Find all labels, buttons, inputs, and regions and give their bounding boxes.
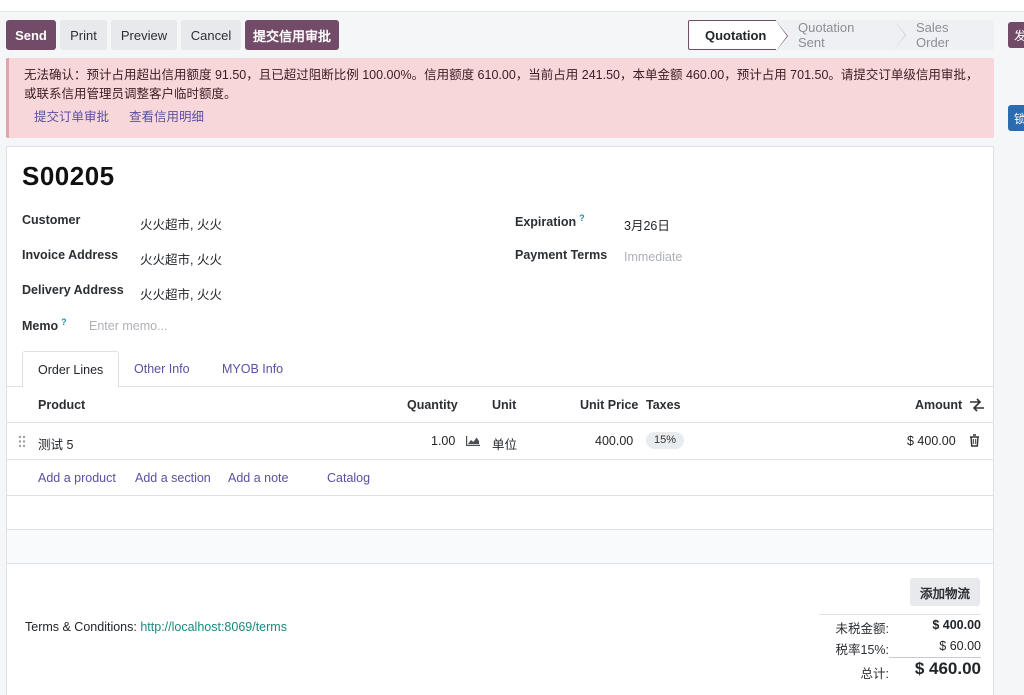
memo-label: Memo? (22, 317, 67, 333)
side-action-button[interactable]: 发 (1008, 22, 1024, 48)
add-line-row: Add a product Add a section Add a note C… (7, 460, 993, 496)
terms-link[interactable]: http://localhost:8069/terms (140, 620, 287, 634)
payment-terms-label: Payment Terms (515, 248, 608, 262)
total-label: 总计: (860, 667, 889, 681)
tab-order-lines[interactable]: Order Lines (22, 351, 120, 388)
side-lock-button[interactable]: 锁 (1008, 105, 1024, 131)
stage-quotation[interactable]: Quotation (688, 20, 788, 51)
row-unit: 单位 (492, 438, 518, 452)
status-bar: Quotation Quotation Sent Sales Order (688, 20, 994, 51)
form-sheet: S00205 Customer 火火超市, 火火 Invoice Address… (6, 146, 994, 695)
expiration-field[interactable]: 3月26日 (624, 215, 670, 234)
table-row[interactable]: 测试 5 1.00 单位 400.00 15% $ 400.00 (7, 423, 993, 460)
credit-warning-alert: 无法确认：预计占用超出信用额度 91.50，且已超过阻断比例 100.00%。信… (6, 58, 994, 138)
untaxed-amount: $ 400.00 (932, 618, 981, 632)
payment-terms-field[interactable]: Immediate (624, 250, 682, 264)
terms-label: Terms & Conditions: (25, 620, 137, 634)
untaxed-label: 未税金额: (835, 622, 889, 636)
preview-button[interactable]: Preview (111, 20, 177, 50)
invoice-address-label: Invoice Address (22, 248, 119, 262)
stage-label: Sales Order (916, 20, 950, 50)
column-taxes[interactable]: Taxes (646, 398, 681, 412)
row-quantity: 1.00 (431, 434, 456, 448)
invoice-address-field[interactable]: 火火超市, 火火 (140, 249, 222, 268)
cancel-button[interactable]: Cancel (181, 20, 241, 50)
add-note-link[interactable]: Add a note (228, 471, 288, 485)
delivery-address-field[interactable]: 火火超市, 火火 (140, 284, 222, 303)
page-title: S00205 (22, 161, 115, 191)
alert-message: 无法确认：预计占用超出信用额度 91.50，且已超过阻断比例 100.00%。信… (24, 68, 979, 101)
total-amount: $ 460.00 (914, 659, 981, 678)
column-amount[interactable]: Amount (915, 398, 962, 412)
stage-label: Quotation (705, 27, 767, 43)
row-amount: $ 400.00 (907, 434, 956, 448)
tax-amount: $ 60.00 (939, 639, 981, 653)
empty-row (7, 496, 993, 530)
memo-help-icon[interactable]: ? (61, 317, 67, 327)
expiration-help-icon[interactable]: ? (579, 213, 585, 223)
side-action-label: 发 (1014, 28, 1024, 43)
stage-label: Quotation Sent (798, 20, 855, 50)
row-product: 测试 5 (38, 438, 74, 452)
forecast-chart-icon[interactable] (466, 435, 480, 446)
tax-badge: 15% (646, 432, 685, 449)
submit-order-approval-link[interactable]: 提交订单审批 (34, 108, 109, 127)
empty-row (7, 530, 993, 564)
order-lines-header: Product Quantity Unit Unit Price Taxes A… (7, 387, 993, 423)
add-logistics-button[interactable]: 添加物流 (910, 578, 980, 606)
stage-quotation-sent[interactable]: Quotation Sent (776, 20, 906, 50)
tab-other-info[interactable]: Other Info (119, 351, 205, 387)
row-unit-price: 400.00 (595, 434, 634, 448)
send-button[interactable]: Send (6, 20, 56, 50)
expiration-label-text: Expiration (515, 215, 577, 230)
tax-row: 税率15%: $ 60.00 (819, 636, 982, 657)
top-navbar-edge (0, 0, 1024, 12)
add-product-link[interactable]: Add a product (38, 471, 116, 485)
view-credit-detail-link[interactable]: 查看信用明细 (129, 108, 204, 127)
drag-handle-icon[interactable] (18, 435, 26, 448)
totals-panel: 未税金额: $ 400.00 税率15%: $ 60.00 总计: $ 460.… (819, 614, 981, 683)
catalog-link[interactable]: Catalog (327, 471, 370, 485)
side-lock-label: 锁 (1014, 111, 1024, 126)
column-unit-price[interactable]: Unit Price (580, 398, 638, 412)
submit-credit-approval-button[interactable]: 提交信用审批 (245, 20, 339, 50)
customer-field[interactable]: 火火超市, 火火 (140, 214, 222, 233)
column-quantity[interactable]: Quantity (407, 398, 458, 412)
delivery-address-label: Delivery Address (22, 283, 124, 297)
notebook-tabs: Order Lines Other Info MYOB Info (7, 351, 993, 388)
trash-icon[interactable] (969, 434, 980, 447)
memo-input[interactable]: Enter memo... (89, 319, 168, 333)
total-row: 总计: $ 460.00 (819, 657, 981, 683)
column-settings-icon[interactable] (969, 398, 985, 412)
untaxed-row: 未税金额: $ 400.00 (819, 615, 981, 636)
terms-conditions: Terms & Conditions: http://localhost:806… (25, 620, 287, 634)
add-section-link[interactable]: Add a section (135, 471, 211, 485)
stage-sales-order[interactable]: Sales Order (894, 20, 994, 50)
column-product[interactable]: Product (38, 398, 85, 412)
tab-myob-info[interactable]: MYOB Info (207, 351, 298, 387)
tax-label: 税率15%: (835, 643, 890, 657)
print-button[interactable]: Print (60, 20, 107, 50)
customer-label: Customer (22, 213, 81, 227)
memo-label-text: Memo (22, 319, 59, 334)
column-unit[interactable]: Unit (492, 398, 516, 412)
expiration-label: Expiration? (515, 213, 585, 229)
